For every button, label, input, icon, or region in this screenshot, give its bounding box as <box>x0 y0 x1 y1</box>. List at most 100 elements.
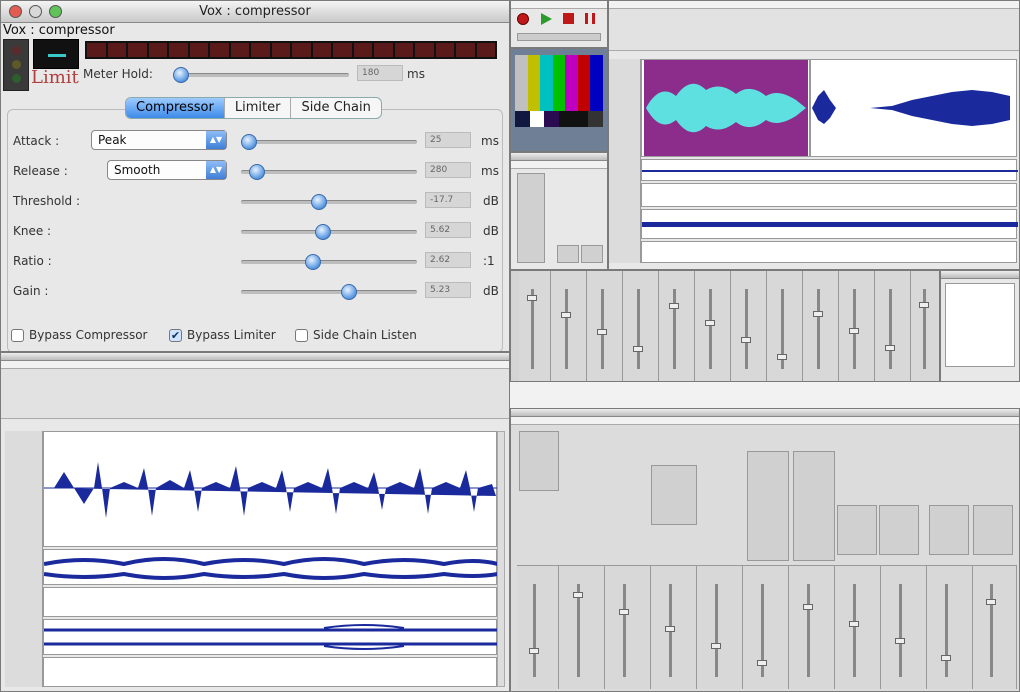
mini-mixer-menubar[interactable] <box>511 161 607 169</box>
bottom-track-4[interactable] <box>43 619 498 655</box>
pause-button[interactable] <box>585 13 595 24</box>
bottom-editor-menubar[interactable] <box>1 361 509 369</box>
bottom-track-2[interactable] <box>43 549 498 585</box>
top-track-5[interactable] <box>641 241 1017 263</box>
mini-strip-c[interactable] <box>581 245 603 263</box>
bypass-limiter-checkbox[interactable]: ✔ Bypass Limiter <box>169 328 276 342</box>
fader-knob[interactable] <box>941 655 951 661</box>
transport-menubar[interactable] <box>511 1 607 9</box>
mini-mixer-titlebar[interactable] <box>511 153 607 161</box>
channel-strip-8[interactable] <box>835 566 881 689</box>
fader-knob[interactable] <box>597 329 607 335</box>
channel-strip-7[interactable] <box>789 566 835 689</box>
mixer-strip-3[interactable] <box>587 271 623 381</box>
fader-knob[interactable] <box>757 660 767 666</box>
fader-knob[interactable] <box>669 303 679 309</box>
fader-knob[interactable] <box>885 345 895 351</box>
plugin-list-titlebar[interactable] <box>941 271 1019 279</box>
threshold-slider[interactable] <box>241 194 417 210</box>
channel-strip-5[interactable] <box>697 566 743 689</box>
mixer-strip-1[interactable] <box>519 271 551 381</box>
bottom-track-5[interactable] <box>43 657 497 687</box>
bottom-track-3[interactable] <box>43 587 497 617</box>
top-track-1[interactable] <box>641 59 1017 157</box>
gain-knob[interactable] <box>341 284 357 300</box>
mixer-strip-7[interactable] <box>731 271 767 381</box>
channel-strip-4[interactable] <box>651 566 697 689</box>
mixer-strip-12[interactable] <box>911 271 939 381</box>
bus-panel-c[interactable] <box>747 451 789 561</box>
fader-knob[interactable] <box>803 604 813 610</box>
fader-knob[interactable] <box>619 609 629 615</box>
vertical-scrollbar[interactable] <box>497 431 505 687</box>
meter-hold-slider[interactable] <box>173 67 349 83</box>
transport-position-bar[interactable] <box>517 33 601 41</box>
ratio-knob[interactable] <box>305 254 321 270</box>
release-mode-select[interactable]: Smooth ▲▼ <box>107 160 227 180</box>
top-track-2[interactable] <box>641 159 1018 181</box>
threshold-knob[interactable] <box>311 194 327 210</box>
knee-knob[interactable] <box>315 224 331 240</box>
channel-strip-9[interactable] <box>881 566 927 689</box>
bus-panel-b[interactable] <box>651 465 697 525</box>
top-track-4[interactable] <box>641 209 1018 239</box>
channel-strip-6[interactable] <box>743 566 789 689</box>
channel-strip-11[interactable] <box>973 566 1017 689</box>
mixer-strip-5[interactable] <box>659 271 695 381</box>
fader-knob[interactable] <box>573 592 583 598</box>
tab-limiter[interactable]: Limiter <box>225 98 292 118</box>
release-value[interactable]: 280 <box>425 162 471 178</box>
compressor-titlebar[interactable]: Vox : compressor <box>1 1 509 23</box>
bus-panel-g[interactable] <box>929 505 969 555</box>
mixer-strip-9[interactable] <box>803 271 839 381</box>
fader-knob[interactable] <box>777 354 787 360</box>
bus-panel-a[interactable] <box>519 431 559 491</box>
fader-knob[interactable] <box>561 312 571 318</box>
fader-knob[interactable] <box>895 638 905 644</box>
channel-strip-2[interactable] <box>559 566 605 689</box>
attack-knob[interactable] <box>241 134 257 150</box>
release-slider[interactable] <box>241 164 417 180</box>
mini-strip-a[interactable] <box>517 173 545 263</box>
side-chain-listen-checkbox[interactable]: Side Chain Listen <box>295 328 417 342</box>
ratio-slider[interactable] <box>241 254 417 270</box>
bottom-editor-titlebar[interactable] <box>1 353 509 361</box>
channel-strip-10[interactable] <box>927 566 973 689</box>
mixer-strip-8[interactable] <box>767 271 803 381</box>
fader-knob[interactable] <box>527 295 538 301</box>
knee-value[interactable]: 5.62 <box>425 222 471 238</box>
tab-side-chain[interactable]: Side Chain <box>291 98 380 118</box>
attack-value[interactable]: 25 <box>425 132 471 148</box>
stop-button[interactable] <box>563 13 574 24</box>
fader-knob[interactable] <box>711 643 721 649</box>
bus-panel-f[interactable] <box>879 505 919 555</box>
tab-compressor[interactable]: Compressor <box>126 98 225 118</box>
gain-slider[interactable] <box>241 284 417 300</box>
bus-panel-h[interactable] <box>973 505 1013 555</box>
plugin-list[interactable] <box>945 283 1015 367</box>
bus-panel-d[interactable] <box>793 451 835 561</box>
mixer-strip-4[interactable] <box>623 271 659 381</box>
attack-mode-select[interactable]: Peak ▲▼ <box>91 130 227 150</box>
top-track-3[interactable] <box>641 183 1017 207</box>
mini-strip-b[interactable] <box>557 245 579 263</box>
meter-hold-value[interactable]: 180 <box>357 65 403 81</box>
fader-knob[interactable] <box>529 648 540 654</box>
fader-knob[interactable] <box>665 626 675 632</box>
bus-panel-e[interactable] <box>837 505 877 555</box>
fader-knob[interactable] <box>918 302 929 308</box>
meter-hold-knob[interactable] <box>173 67 189 83</box>
bottom-mixer-menubar[interactable] <box>511 417 1019 425</box>
ratio-value[interactable]: 2.62 <box>425 252 471 268</box>
fader-knob[interactable] <box>986 599 997 605</box>
mixer-strip-10[interactable] <box>839 271 875 381</box>
record-button[interactable] <box>517 13 529 25</box>
attack-slider[interactable] <box>241 134 417 150</box>
fader-knob[interactable] <box>849 328 859 334</box>
bottom-mixer-titlebar[interactable] <box>511 409 1019 417</box>
play-button[interactable] <box>541 13 552 25</box>
channel-strip-3[interactable] <box>605 566 651 689</box>
fader-knob[interactable] <box>705 320 715 326</box>
bypass-compressor-checkbox[interactable]: Bypass Compressor <box>11 328 147 342</box>
knee-slider[interactable] <box>241 224 417 240</box>
